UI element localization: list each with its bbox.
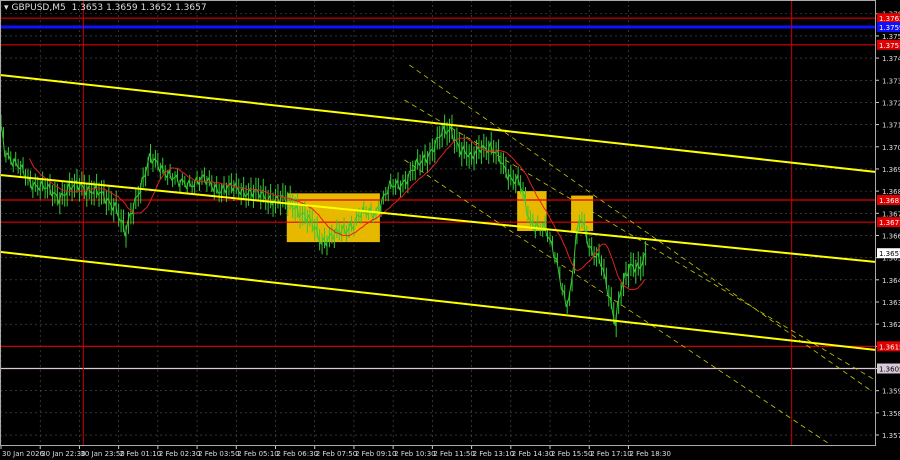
x-tick-label: 2 Feb 09:10 — [355, 450, 396, 458]
x-tick-label: 2 Feb 02:30 — [159, 450, 200, 458]
level-label: 1.3681 — [879, 197, 900, 205]
y-tick-label: 1.3735 — [882, 77, 900, 85]
level-label: 1.3751 — [879, 42, 900, 50]
x-tick-label: 2 Feb 11:50 — [433, 450, 474, 458]
y-tick-label: 1.3745 — [882, 55, 900, 63]
x-tick-label: 2 Feb 10:30 — [394, 450, 435, 458]
chart-title: ▾ GBPUSD,M5 1.3653 1.3659 1.3652 1.3657 — [4, 3, 210, 13]
y-tick-label: 1.3625 — [882, 321, 900, 329]
y-tick-label: 1.3645 — [882, 277, 900, 285]
plot-frame — [0, 0, 876, 446]
level-label: 1.3763 — [879, 15, 900, 23]
x-tick-label: 2 Feb 15:50 — [551, 450, 592, 458]
x-tick-label: 2 Feb 07:50 — [316, 450, 357, 458]
price-chart[interactable]: 1.37651.37551.37451.37351.37251.37151.37… — [0, 0, 900, 460]
y-tick-label: 1.3575 — [882, 432, 900, 440]
y-tick-label: 1.3665 — [882, 232, 900, 240]
level-label: 1.3605 — [879, 366, 900, 374]
x-tick-label: 2 Feb 01:10 — [120, 450, 161, 458]
channel-dashed-line — [404, 99, 876, 381]
x-tick-label: 2 Feb 03:50 — [198, 450, 239, 458]
y-tick-label: 1.3635 — [882, 299, 900, 307]
symbol-label: GBPUSD,M5 — [11, 3, 66, 13]
level-label: 1.3671 — [879, 219, 900, 227]
y-tick-label: 1.3705 — [882, 144, 900, 152]
y-tick-label: 1.3695 — [882, 166, 900, 174]
x-tick-label: 30 Jan 22:30 — [41, 450, 85, 458]
collapse-triangle-icon[interactable]: ▾ — [4, 3, 9, 13]
y-tick-label: 1.3725 — [882, 99, 900, 107]
x-tick-label: 2 Feb 14:30 — [512, 450, 553, 458]
x-tick-label: 30 Jan 23:50 — [80, 450, 124, 458]
level-label: 1.3759 — [879, 24, 900, 32]
y-tick-label: 1.3685 — [882, 188, 900, 196]
low-price: 1.3652 — [140, 3, 173, 13]
x-tick-label: 2 Feb 06:30 — [277, 450, 318, 458]
high-price: 1.3659 — [106, 3, 138, 13]
close-price: 1.3657 — [175, 3, 207, 13]
trend-line-upper — [0, 73, 876, 173]
y-tick-label: 1.3585 — [882, 410, 900, 418]
y-tick-label: 1.3715 — [882, 122, 900, 130]
current-price-label: 1.3657 — [879, 250, 900, 258]
x-tick-label: 30 Jan 2026 — [2, 450, 45, 458]
y-tick-label: 1.3755 — [882, 33, 900, 41]
y-tick-label: 1.3675 — [882, 210, 900, 218]
level-label: 1.3615 — [879, 343, 900, 351]
y-tick-label: 1.3595 — [882, 388, 900, 396]
signal-zone — [517, 191, 547, 232]
x-tick-label: 2 Feb 17:10 — [590, 450, 631, 458]
open-price: 1.3653 — [71, 3, 104, 13]
x-tick-label: 2 Feb 13:10 — [473, 450, 514, 458]
x-tick-label: 2 Feb 05:10 — [237, 450, 278, 458]
x-tick-label: 2 Feb 18:30 — [629, 450, 670, 458]
